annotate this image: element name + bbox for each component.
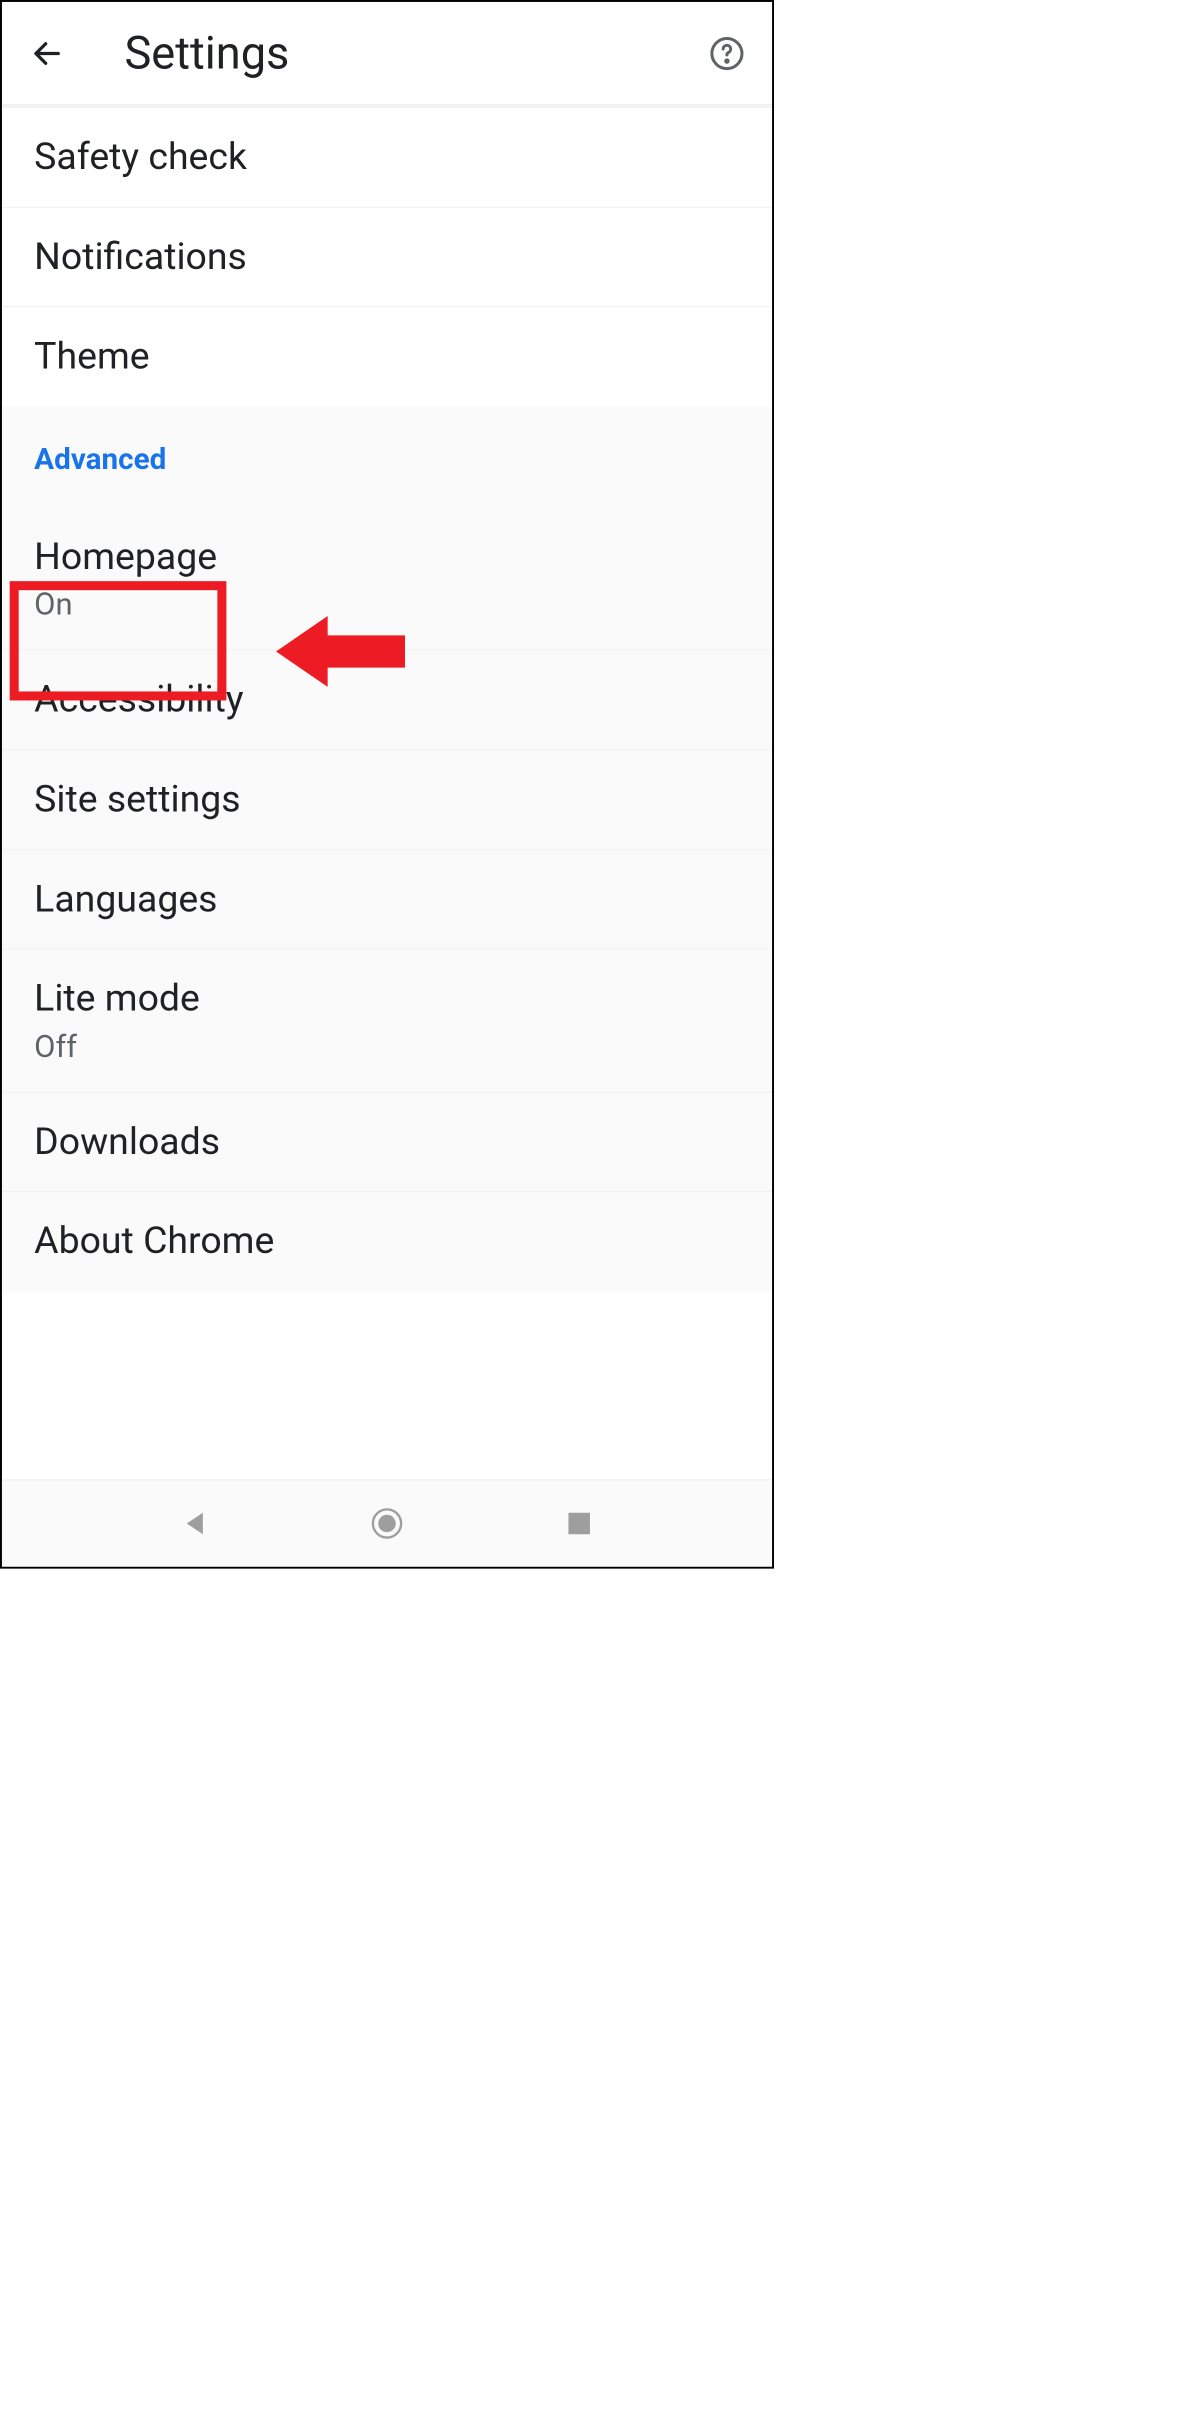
settings-item-theme[interactable]: Theme	[2, 307, 772, 406]
settings-item-site-settings[interactable]: Site settings	[2, 750, 772, 850]
settings-item-lite-mode[interactable]: Lite mode Off	[2, 950, 772, 1093]
item-label: Homepage	[34, 535, 740, 580]
nav-home-button[interactable]	[364, 1501, 409, 1546]
arrow-left-icon	[30, 36, 64, 70]
item-label: Notifications	[34, 235, 740, 280]
item-label: Theme	[34, 334, 740, 379]
help-circle-icon	[709, 35, 745, 71]
settings-item-homepage[interactable]: Homepage On	[2, 499, 772, 650]
nav-back-button[interactable]	[172, 1501, 217, 1546]
settings-item-notifications[interactable]: Notifications	[2, 207, 772, 307]
item-value: On	[34, 586, 740, 623]
page-title: Settings	[124, 27, 289, 80]
triangle-left-icon	[179, 1507, 211, 1539]
item-label: Downloads	[34, 1120, 740, 1165]
section-header-advanced: Advanced	[2, 406, 772, 499]
settings-item-downloads[interactable]: Downloads	[2, 1092, 772, 1192]
item-label: Safety check	[34, 135, 740, 180]
item-value: Off	[34, 1028, 740, 1065]
navigation-bar	[2, 1480, 772, 1567]
settings-item-safety-check[interactable]: Safety check	[2, 108, 772, 208]
app-bar: Settings	[2, 2, 772, 105]
settings-list: Safety check Notifications Theme Advance…	[2, 108, 772, 1292]
back-button[interactable]	[28, 34, 67, 73]
square-icon	[563, 1507, 595, 1539]
item-label: Lite mode	[34, 977, 740, 1022]
item-label: About Chrome	[34, 1219, 740, 1264]
item-label: Languages	[34, 877, 740, 922]
item-label: Accessibility	[34, 677, 740, 722]
item-label: Site settings	[34, 777, 740, 822]
settings-item-accessibility[interactable]: Accessibility	[2, 650, 772, 750]
settings-item-languages[interactable]: Languages	[2, 850, 772, 950]
settings-item-about-chrome[interactable]: About Chrome	[2, 1192, 772, 1291]
nav-recents-button[interactable]	[557, 1501, 602, 1546]
help-button[interactable]	[708, 34, 747, 73]
circle-icon	[371, 1507, 403, 1539]
